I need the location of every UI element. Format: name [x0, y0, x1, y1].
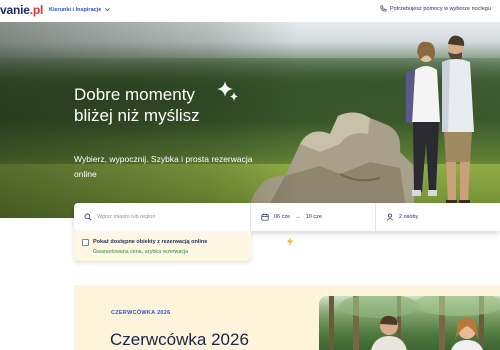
page: vanie.pl Kierunki i Inspiracje Potrzebuj…	[0, 0, 500, 350]
phone-icon	[380, 5, 387, 12]
person-icon	[386, 213, 394, 221]
couple-photo-illustration	[406, 35, 474, 208]
nav-directions-menu[interactable]: Kierunki i Inspiracje	[49, 6, 111, 13]
online-booking-filter: Pokaż dostępne obiekty z rezerwacją onli…	[74, 231, 293, 261]
destination-placeholder: Wpisz miasto lub region	[97, 214, 156, 220]
date-to: 10 cze	[305, 214, 322, 220]
destination-input[interactable]: Wpisz miasto lub region	[74, 203, 251, 231]
search-bar: Wpisz miasto lub region 06 cze → 10 cze …	[74, 203, 500, 231]
site-logo[interactable]: vanie.pl	[0, 3, 43, 17]
search-icon	[84, 213, 92, 221]
promo-photo[interactable]	[319, 296, 500, 350]
hero-banner: Dobre momenty bliżej niż myślisz Wybierz…	[0, 22, 500, 218]
people-photo-illustration	[371, 315, 483, 350]
guests-picker[interactable]: 2 osoby	[376, 203, 500, 231]
online-booking-checkbox[interactable]	[82, 239, 89, 246]
sparkle-icon	[217, 81, 238, 101]
date-range-picker[interactable]: 06 cze → 10 cze	[251, 203, 376, 231]
date-arrow: →	[295, 214, 301, 220]
promo-section: CZERWCÓWKA 2026 Czerwcówka 2026	[74, 285, 500, 350]
logo-main: vanie	[0, 3, 30, 17]
hero-subtitle: Wybierz, wypocznij. Szybka i prosta reze…	[74, 154, 253, 179]
hero-title: Dobre momenty bliżej niż myślisz	[74, 85, 200, 125]
online-booking-label[interactable]: Pokaż dostępne obiekty z rezerwacją onli…	[93, 239, 207, 245]
top-header: vanie.pl Kierunki i Inspiracje Potrzebuj…	[0, 0, 500, 22]
lightning-icon	[287, 237, 293, 246]
help-contact-link[interactable]: Potrzebujesz pomocy w wyborze noclegu	[380, 5, 491, 12]
nav-directions-label: Kierunki i Inspiracje	[49, 6, 102, 13]
promo-eyebrow: CZERWCÓWKA 2026	[111, 310, 171, 316]
guests-value: 2 osoby	[399, 214, 419, 220]
logo-tld: .pl	[29, 3, 44, 17]
online-booking-note: Gwarantowana cena, szybka rezerwacja	[93, 249, 189, 255]
help-text: Potrzebujesz pomocy w wyborze noclegu	[390, 5, 491, 12]
promo-title: Czerwcówka 2026	[110, 330, 249, 349]
date-from: 06 cze	[274, 214, 291, 220]
calendar-icon	[261, 213, 269, 221]
chevron-down-icon	[105, 8, 111, 12]
